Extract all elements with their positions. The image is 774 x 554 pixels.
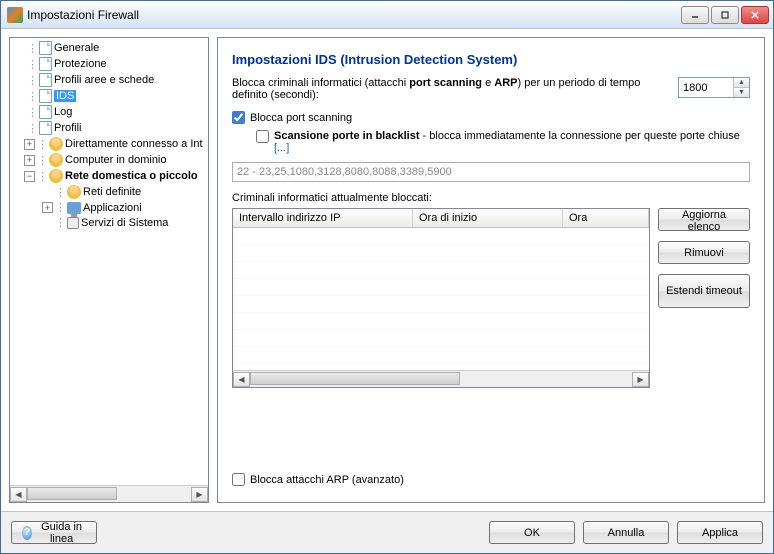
spinner-up-button[interactable]: ▲ [734, 78, 749, 88]
portscan-label: Blocca port scanning [250, 112, 352, 124]
table-hscrollbar[interactable]: ◀ ▶ [233, 370, 649, 387]
col-ora[interactable]: Ora [563, 209, 649, 227]
arp-label: Blocca attacchi ARP (avanzato) [250, 474, 404, 486]
page-icon [39, 89, 52, 103]
cancel-button[interactable]: Annulla [583, 521, 669, 544]
blocked-table[interactable]: Intervallo indirizzo IP Ora di inizio Or… [232, 208, 650, 388]
content-panel: Impostazioni IDS (Intrusion Detection Sy… [217, 37, 765, 503]
expand-icon[interactable]: + [42, 202, 53, 213]
page-icon [39, 57, 52, 71]
nav-item-reti-definite[interactable]: ⋮Reti definite [10, 184, 208, 200]
page-icon [39, 121, 52, 135]
table-body [233, 228, 649, 370]
titlebar[interactable]: Impostazioni Firewall [1, 1, 773, 29]
nav-item-home-net[interactable]: −⋮Rete domestica o piccolo [10, 168, 208, 184]
scroll-thumb[interactable] [27, 487, 117, 500]
blacklist-label: Scansione porte in blacklist - blocca im… [274, 130, 750, 154]
refresh-list-button[interactable]: Aggiorna elenco [658, 208, 750, 231]
app-tree-icon [67, 202, 81, 214]
window-title: Impostazioni Firewall [27, 8, 681, 22]
nav-item-profili[interactable]: ⋮Profili [10, 120, 208, 136]
col-start-time[interactable]: Ora di inizio [413, 209, 563, 227]
scroll-right-button[interactable]: ▶ [632, 372, 649, 387]
page-icon [39, 73, 52, 87]
arp-checkbox[interactable] [232, 473, 245, 486]
scroll-thumb[interactable] [250, 372, 460, 385]
nav-item-direct-internet[interactable]: +⋮Direttamente connesso a Int [10, 136, 208, 152]
nav-tree-panel: ⋮Generale ⋮Protezione ⋮Profili aree e sc… [9, 37, 209, 503]
nav-item-ids[interactable]: ⋮IDS [10, 88, 208, 104]
ok-button[interactable]: OK [489, 521, 575, 544]
spinner-down-button[interactable]: ▼ [734, 88, 749, 97]
blocked-list-label: Criminali informatici attualmente blocca… [232, 192, 750, 204]
apply-button[interactable]: Applica [677, 521, 763, 544]
ports-input[interactable] [232, 162, 750, 182]
page-heading: Impostazioni IDS (Intrusion Detection Sy… [232, 52, 750, 67]
user-icon [67, 185, 81, 199]
nav-item-profili-aree[interactable]: ⋮Profili aree e schede [10, 72, 208, 88]
nav-item-log[interactable]: ⋮Log [10, 104, 208, 120]
scroll-left-button[interactable]: ◀ [233, 372, 250, 387]
expand-icon[interactable]: + [24, 155, 35, 166]
extend-timeout-button[interactable]: Estendi timeout [658, 274, 750, 308]
timeout-spinner[interactable]: ▲ ▼ [678, 77, 750, 98]
col-ip-range[interactable]: Intervallo indirizzo IP [233, 209, 413, 227]
scroll-right-button[interactable]: ▶ [191, 487, 208, 502]
help-icon: ? [22, 526, 32, 540]
scroll-left-button[interactable]: ◀ [10, 487, 27, 502]
nav-item-generale[interactable]: ⋮Generale [10, 40, 208, 56]
tree-hscrollbar[interactable]: ◀ ▶ [10, 485, 208, 502]
user-icon [49, 137, 63, 151]
expand-icon[interactable]: + [24, 139, 35, 150]
user-icon [49, 153, 63, 167]
nav-item-protezione[interactable]: ⋮Protezione [10, 56, 208, 72]
page-icon [39, 105, 52, 119]
remove-button[interactable]: Rimuovi [658, 241, 750, 264]
help-label: Guida in linea [37, 521, 86, 545]
maximize-button[interactable] [711, 6, 739, 24]
blacklist-checkbox[interactable] [256, 130, 269, 143]
blacklist-more-link[interactable]: [...] [274, 142, 289, 154]
nav-tree[interactable]: ⋮Generale ⋮Protezione ⋮Profili aree e sc… [10, 38, 208, 485]
page-icon [39, 41, 52, 55]
collapse-icon[interactable]: − [24, 171, 35, 182]
portscan-checkbox[interactable] [232, 111, 245, 124]
nav-item-servizi[interactable]: ⋮Servizi di Sistema [10, 215, 208, 230]
nav-item-applicazioni[interactable]: +⋮Applicazioni [10, 200, 208, 215]
firewall-settings-window: Impostazioni Firewall ⋮Generale ⋮Protezi… [0, 0, 774, 554]
service-icon [67, 217, 79, 229]
user-icon [49, 169, 63, 183]
app-icon [7, 7, 23, 23]
minimize-button[interactable] [681, 6, 709, 24]
nav-item-domain[interactable]: +⋮Computer in dominio [10, 152, 208, 168]
dialog-footer: ? Guida in linea OK Annulla Applica [1, 511, 773, 553]
help-button[interactable]: ? Guida in linea [11, 521, 97, 544]
close-button[interactable] [741, 6, 769, 24]
timeout-input[interactable] [679, 78, 733, 97]
timeout-description: Blocca criminali informatici (attacchi p… [232, 77, 666, 101]
